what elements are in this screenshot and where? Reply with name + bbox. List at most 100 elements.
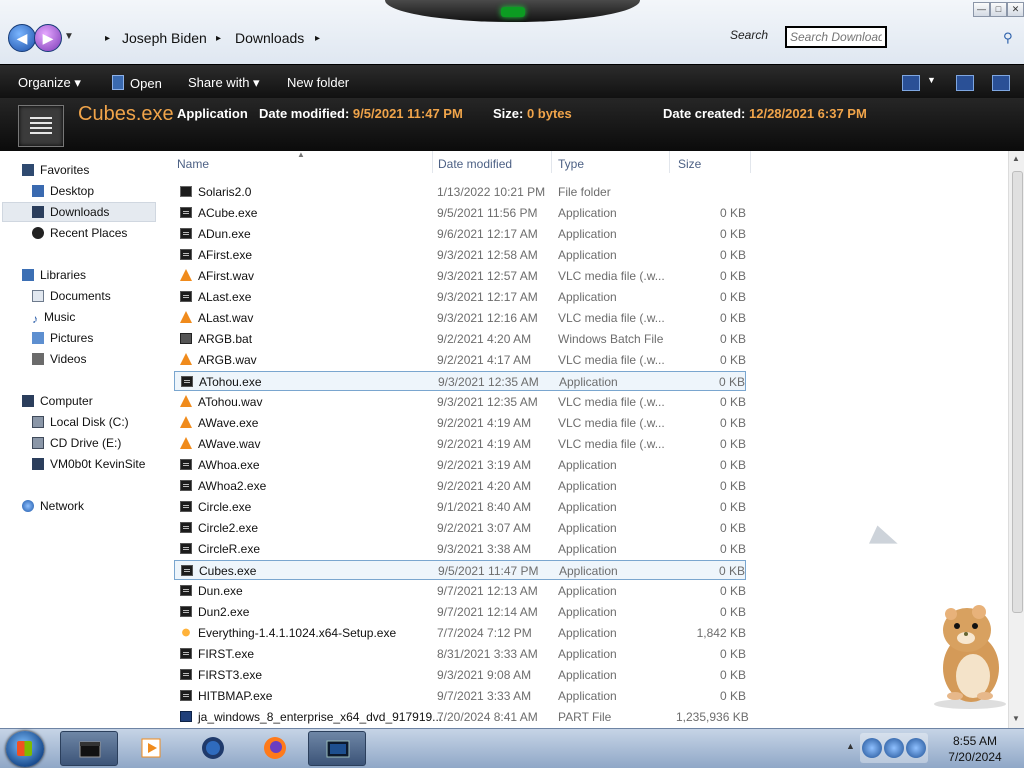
taskbar-explorer-button[interactable]: [60, 731, 118, 766]
address-bar[interactable]: ▸ Joseph Biden ▸ Downloads ▸: [80, 25, 340, 51]
view-options-dropdown-icon[interactable]: ▼: [927, 75, 936, 85]
file-row[interactable]: ATohou.exe 9/3/2021 12:35 AM Application 0 …: [174, 371, 746, 391]
help-icon[interactable]: [992, 75, 1010, 91]
file-date-modified: 9/6/2021 12:17 AM: [437, 227, 538, 241]
file-row[interactable]: HITBMAP.exe 9/7/2021 3:33 AM Application 0 …: [174, 686, 746, 706]
column-header-date-modified[interactable]: Date modified: [438, 157, 512, 171]
nav-label: Videos: [50, 352, 87, 366]
file-row[interactable]: Dun2.exe 9/7/2021 12:14 AM Application 0 KB: [174, 602, 746, 622]
open-button[interactable]: Open: [112, 75, 162, 91]
nav-item-libraries[interactable]: Libraries: [22, 268, 86, 282]
file-row[interactable]: FIRST.exe 8/31/2021 3:33 AM Application 0 K…: [174, 644, 746, 664]
column-divider[interactable]: [669, 151, 670, 173]
preview-pane-icon[interactable]: [956, 75, 974, 91]
scroll-up-icon[interactable]: ▲: [1012, 154, 1020, 163]
scrollbar-thumb[interactable]: [1012, 171, 1023, 613]
nav-item-network[interactable]: Network: [22, 499, 84, 513]
back-button[interactable]: ◀: [8, 24, 36, 52]
search-icon[interactable]: ⚲: [1003, 30, 1013, 46]
new-folder-button[interactable]: New folder: [287, 75, 349, 90]
file-row[interactable]: Circle2.exe 9/2/2021 3:07 AM Application 0 …: [174, 518, 746, 538]
nav-item-pictures[interactable]: Pictures: [32, 331, 93, 345]
tray-volume-icon[interactable]: [906, 738, 926, 758]
file-row[interactable]: ALast.exe 9/3/2021 12:17 AM Application 0 K…: [174, 287, 746, 307]
nav-item-local-disk[interactable]: Local Disk (C:): [32, 415, 129, 429]
selected-file-name: Cubes.exe: [78, 103, 174, 125]
file-name: AFirst.exe: [198, 248, 253, 262]
libraries-icon: [22, 269, 34, 281]
file-row[interactable]: AFirst.exe 9/3/2021 12:58 AM Application 0 …: [174, 245, 746, 265]
file-row[interactable]: AWave.exe 9/2/2021 4:19 AM VLC media file …: [174, 413, 746, 433]
nav-item-downloads[interactable]: Downloads: [32, 205, 109, 219]
file-row[interactable]: CircleR.exe 9/3/2021 3:38 AM Application 0 …: [174, 539, 746, 559]
file-row[interactable]: FIRST3.exe 9/3/2021 9:08 AM Application 0 K…: [174, 665, 746, 685]
file-list: ▲ Name Date modified Type Size Solaris2.…: [172, 150, 1008, 728]
file-date-modified: 1/13/2022 10:21 PM: [437, 185, 546, 199]
show-hidden-icons-icon[interactable]: ▲: [846, 741, 855, 751]
column-header-size[interactable]: Size: [678, 157, 701, 171]
clock[interactable]: 8:55 AM 7/20/2024: [940, 733, 1010, 765]
change-view-icon[interactable]: [902, 75, 920, 91]
file-row[interactable]: ADun.exe 9/6/2021 12:17 AM Application 0 KB: [174, 224, 746, 244]
file-date-modified: 9/1/2021 8:40 AM: [437, 500, 532, 514]
application-icon: [180, 207, 192, 218]
file-row[interactable]: ALast.wav 9/3/2021 12:16 AM VLC media file…: [174, 308, 746, 328]
nav-item-cd-drive[interactable]: CD Drive (E:): [32, 436, 121, 450]
file-row[interactable]: Everything-1.4.1.1024.x64-Setup.exe 7/7/2…: [174, 623, 746, 643]
taskbar-media-player-button[interactable]: [122, 731, 180, 766]
tray-network-icon[interactable]: [884, 738, 904, 758]
taskbar-window-button[interactable]: [308, 731, 366, 766]
organize-button[interactable]: Organize ▾: [18, 75, 81, 91]
breadcrumb-arrow-icon[interactable]: ▸: [216, 33, 221, 44]
breadcrumb-arrow-icon[interactable]: ▸: [315, 33, 320, 44]
file-row[interactable]: ATohou.wav 9/3/2021 12:35 AM VLC media fil…: [174, 392, 746, 412]
file-row[interactable]: Solaris2.0 1/13/2022 10:21 PM File folder: [174, 182, 746, 202]
taskbar-globe-button[interactable]: [184, 731, 242, 766]
hamster-pet-image[interactable]: [925, 600, 1015, 710]
file-row[interactable]: Cubes.exe 9/5/2021 11:47 PM Application 0 K…: [174, 560, 746, 580]
file-row[interactable]: Circle.exe 9/1/2021 8:40 AM Application 0 K…: [174, 497, 746, 517]
column-divider[interactable]: [432, 151, 433, 173]
recent-places-icon: [32, 227, 44, 239]
file-row[interactable]: ARGB.wav 9/2/2021 4:17 AM VLC media file (…: [174, 350, 746, 370]
nav-item-documents[interactable]: Documents: [32, 289, 111, 303]
column-header-type[interactable]: Type: [558, 157, 584, 171]
file-row[interactable]: ACube.exe 9/5/2021 11:56 PM Application 0 K…: [174, 203, 746, 223]
file-row[interactable]: ja_windows_8_enterprise_x64_dvd_917919..…: [174, 707, 749, 727]
breadcrumb-user[interactable]: Joseph Biden: [122, 30, 207, 46]
command-bar: Organize ▾ Open Share with ▾ New folder …: [0, 64, 1024, 99]
tray-app-icon[interactable]: [862, 738, 882, 758]
nav-item-computer[interactable]: Computer: [22, 394, 93, 408]
file-row[interactable]: AWhoa.exe 9/2/2021 3:19 AM Application 0 KB: [174, 455, 746, 475]
file-size: 0 KB: [719, 584, 746, 598]
nav-item-desktop[interactable]: Desktop: [32, 184, 94, 198]
search-input[interactable]: [785, 26, 887, 48]
file-row[interactable]: ARGB.bat 9/2/2021 4:20 AM Windows Batch Fi…: [174, 329, 746, 349]
share-with-button[interactable]: Share with ▾: [188, 75, 260, 91]
breadcrumb-downloads[interactable]: Downloads: [235, 30, 304, 46]
column-header-name[interactable]: Name: [177, 157, 209, 171]
file-row[interactable]: AFirst.wav 9/3/2021 12:57 AM VLC media fil…: [174, 266, 746, 286]
minimize-button[interactable]: —: [973, 2, 990, 17]
taskbar-firefox-button[interactable]: [246, 731, 304, 766]
organize-label: Organize: [18, 75, 71, 90]
close-button[interactable]: ✕: [1007, 2, 1024, 17]
forward-button[interactable]: ▶: [34, 24, 62, 52]
column-divider[interactable]: [551, 151, 552, 173]
file-name: Circle.exe: [198, 500, 252, 514]
maximize-button[interactable]: □: [990, 2, 1007, 17]
file-row[interactable]: AWhoa2.exe 9/2/2021 4:20 AM Application 0 K…: [174, 476, 746, 496]
breadcrumb-arrow-icon[interactable]: ▸: [105, 33, 110, 44]
column-divider[interactable]: [750, 151, 751, 173]
history-dropdown-icon[interactable]: ▼: [64, 31, 74, 42]
nav-item-music[interactable]: ♪ Music: [32, 310, 75, 326]
file-row[interactable]: AWave.wav 9/2/2021 4:19 AM VLC media file …: [174, 434, 746, 454]
nav-item-network-drive[interactable]: VM0b0t KevinSite: [32, 457, 145, 471]
nav-item-favorites[interactable]: Favorites: [22, 163, 89, 177]
application-icon: [180, 522, 192, 533]
start-button[interactable]: [6, 731, 44, 767]
scroll-down-icon[interactable]: ▼: [1012, 714, 1020, 723]
file-row[interactable]: Dun.exe 9/7/2021 12:13 AM Application 0 KB: [174, 581, 746, 601]
nav-item-videos[interactable]: Videos: [32, 352, 86, 366]
nav-item-recent-places[interactable]: Recent Places: [32, 226, 127, 240]
